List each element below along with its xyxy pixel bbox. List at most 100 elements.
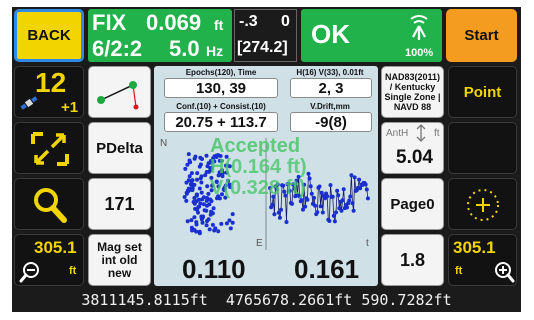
page-button[interactable]: Page0 bbox=[381, 178, 444, 230]
plot-trace-dot bbox=[345, 205, 349, 210]
plot-sample-dot bbox=[189, 218, 194, 223]
hrms-unit: ft bbox=[214, 17, 224, 33]
zoom-out-icon bbox=[19, 261, 41, 288]
pdelta-button[interactable]: PDelta bbox=[88, 122, 151, 174]
point-button[interactable]: Point bbox=[448, 66, 517, 118]
value-button[interactable]: 1.8 bbox=[381, 234, 444, 286]
epochs-value: 130, 39 bbox=[164, 78, 278, 98]
plot-sample-dot bbox=[204, 153, 209, 158]
plot-trace-dot bbox=[272, 212, 277, 217]
plot-sample-dot bbox=[198, 201, 203, 206]
start-button[interactable]: Start bbox=[446, 9, 517, 62]
plot-sample-dot bbox=[205, 164, 210, 169]
plot-trace-dot bbox=[349, 173, 354, 178]
satellites-button[interactable]: 12 +1 bbox=[14, 66, 84, 118]
plot-sample-dot bbox=[195, 177, 199, 182]
plot-sample-dot bbox=[194, 220, 199, 225]
plot-sample-dot bbox=[193, 154, 198, 159]
zoom-out-value: 305.1 bbox=[34, 238, 77, 257]
plot-sample-dot bbox=[189, 171, 194, 176]
anth-label: AntH bbox=[386, 128, 409, 139]
plot-sample-dot bbox=[190, 178, 195, 183]
crosshair-icon bbox=[465, 187, 501, 228]
plot-sample-dot bbox=[198, 176, 203, 181]
zoom-out-button[interactable]: 305.1 ft bbox=[14, 234, 84, 286]
plot-trace-dot bbox=[335, 188, 340, 193]
plot-sample-dot bbox=[200, 157, 204, 161]
plot-trace-dot bbox=[325, 194, 330, 199]
zoom-in-value: 305.1 bbox=[453, 238, 496, 257]
scatter-plot-area: N E t Accepted H(0.164 ft) V(0.328 ft) bbox=[158, 135, 374, 252]
plot-sample-dot bbox=[192, 201, 197, 206]
plot-sample-dot bbox=[211, 206, 216, 211]
plot-trace-dot bbox=[279, 207, 283, 212]
plot-sample-dot bbox=[184, 191, 189, 196]
stakeout-line-button[interactable] bbox=[88, 66, 151, 118]
datum-button[interactable]: NAD83(2011) / Kentucky Single Zone | NAV… bbox=[381, 66, 444, 118]
plot-label-e: E bbox=[256, 238, 263, 249]
plot-trace-dot bbox=[352, 175, 357, 180]
plot-sample-dot bbox=[186, 178, 191, 183]
line-segment-icon bbox=[93, 73, 147, 118]
plot-sample-dot bbox=[196, 210, 200, 215]
zoom-in-icon bbox=[493, 261, 515, 288]
plot-sample-dot bbox=[184, 198, 189, 203]
epochs-caption: Epochs(120), Time bbox=[185, 68, 257, 77]
satellites-line: 6/2:2 bbox=[92, 36, 143, 61]
observation-panel: Epochs(120), Time 130, 39 H(16) V(33), 0… bbox=[154, 66, 378, 286]
plot-sample-dot bbox=[210, 222, 215, 227]
datum-text: NAD83(2011) / Kentucky Single Zone | NAV… bbox=[384, 72, 441, 112]
plot-sample-dot bbox=[230, 212, 235, 217]
plot-trace-dot bbox=[363, 182, 368, 187]
fullscreen-button[interactable] bbox=[14, 122, 84, 174]
point-count: 171 bbox=[104, 193, 135, 214]
link-status-panel[interactable]: OK 100% bbox=[301, 9, 442, 62]
plot-sample-dot bbox=[192, 182, 197, 187]
center-button[interactable] bbox=[448, 178, 517, 230]
point-count-button[interactable]: 171 bbox=[88, 178, 151, 230]
plot-sample-dot bbox=[188, 160, 193, 165]
empty-button[interactable] bbox=[448, 122, 517, 174]
plot-trace-dot bbox=[303, 204, 308, 209]
plot-trace-dot bbox=[290, 201, 294, 206]
mag-set-button[interactable]: Mag set int old new bbox=[88, 234, 151, 286]
plot-trace-dot bbox=[317, 184, 322, 189]
zoom-in-unit: ft bbox=[455, 265, 463, 277]
antenna-height-button[interactable]: AntH ft 5.04 bbox=[381, 122, 444, 174]
plot-trace-dot bbox=[320, 210, 325, 215]
plot-sample-dot bbox=[204, 208, 209, 213]
plot-trace-dot bbox=[327, 219, 332, 223]
plot-sample-dot bbox=[199, 190, 204, 195]
plot-sample-dot bbox=[195, 171, 200, 176]
plot-trace-dot bbox=[270, 202, 275, 207]
overlay-status: Accepted bbox=[210, 135, 301, 157]
plot-trace-dot bbox=[364, 187, 369, 192]
plot-trace-dot bbox=[284, 220, 289, 224]
plot-trace-dot bbox=[350, 201, 355, 206]
back-button[interactable]: BACK bbox=[14, 9, 84, 62]
latency-panel[interactable]: -.3 0 [274.2] bbox=[234, 9, 297, 62]
gnss-fix-panel[interactable]: FIX 0.069 ft 6/2:2 5.0 Hz bbox=[88, 9, 232, 62]
zoom-in-button[interactable]: 305.1 ft bbox=[448, 234, 517, 286]
plot-sample-dot bbox=[200, 215, 205, 220]
plot-sample-dot bbox=[230, 220, 235, 225]
plot-sample-dot bbox=[196, 197, 201, 202]
fix-label: FIX bbox=[92, 10, 127, 35]
pdelta-label: PDelta bbox=[96, 139, 143, 157]
plot-sample-dot bbox=[224, 221, 229, 226]
plot-sample-dot bbox=[183, 166, 188, 171]
plot-sample-dot bbox=[216, 229, 221, 234]
plot-sample-dot bbox=[201, 202, 206, 207]
plot-sample-dot bbox=[227, 218, 232, 223]
plot-sample-dot bbox=[186, 152, 191, 157]
link-status-text: OK bbox=[311, 19, 350, 49]
bracket-value: [274.2] bbox=[237, 39, 288, 56]
plot-trace-dot bbox=[313, 203, 318, 208]
plot-sample-dot bbox=[205, 184, 210, 189]
mag-set-label: Mag set int old new bbox=[97, 239, 142, 280]
plot-sample-dot bbox=[185, 219, 190, 224]
search-button[interactable] bbox=[14, 178, 84, 230]
start-button-label: Start bbox=[464, 27, 499, 44]
conf-caption: Conf.(10) + Consist.(10) bbox=[176, 102, 266, 111]
plot-sample-dot bbox=[192, 215, 197, 220]
